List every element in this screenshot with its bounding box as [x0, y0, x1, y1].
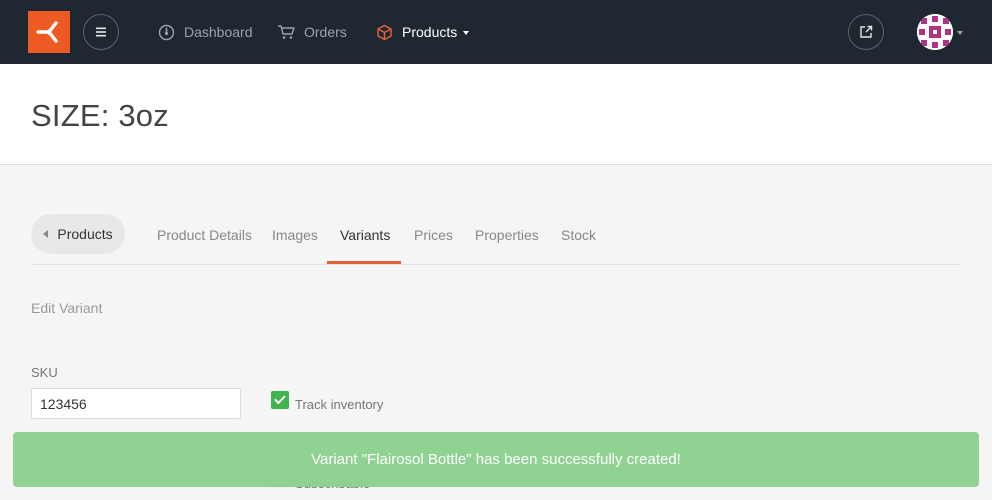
view-storefront-button[interactable] — [848, 14, 884, 50]
avatar — [917, 14, 953, 50]
hamburger-icon — [96, 27, 106, 37]
nav-dashboard-label: Dashboard — [184, 24, 253, 40]
back-to-products-button[interactable]: Products — [31, 214, 125, 254]
nav-products[interactable]: Products — [376, 0, 470, 64]
menu-toggle-button[interactable] — [83, 14, 119, 50]
top-navbar: Dashboard Orders Products — [0, 0, 992, 64]
chevron-down-icon — [957, 31, 963, 35]
nav-orders[interactable]: Orders — [277, 0, 347, 64]
toast-message: Variant "Flairosol Bottle" has been succ… — [311, 451, 681, 468]
product-tabs: Products Product Details Images Variants… — [31, 214, 961, 265]
logo-icon — [36, 21, 58, 43]
page-header: SIZE: 3oz — [0, 64, 992, 165]
tab-variants[interactable]: Variants — [340, 214, 390, 256]
caret-left-icon — [43, 230, 49, 238]
box-icon — [376, 24, 393, 41]
external-link-icon — [860, 25, 873, 38]
tab-properties[interactable]: Properties — [475, 214, 539, 256]
tab-stock[interactable]: Stock — [561, 214, 596, 256]
track-inventory-checkbox[interactable] — [271, 391, 289, 409]
cart-icon — [277, 24, 295, 40]
track-inventory-label[interactable]: Track inventory — [295, 397, 383, 412]
nav-products-label: Products — [402, 24, 458, 40]
nav-dashboard[interactable]: Dashboard — [158, 0, 253, 64]
user-menu[interactable] — [917, 14, 963, 50]
tab-product-details[interactable]: Product Details — [157, 214, 252, 256]
dashboard-icon — [158, 24, 175, 41]
chevron-down-icon — [463, 31, 470, 35]
sku-label: SKU — [31, 365, 58, 380]
page-title: SIZE: 3oz — [31, 98, 169, 133]
sku-input[interactable] — [31, 388, 241, 419]
nav-orders-label: Orders — [304, 24, 347, 40]
logo[interactable] — [28, 11, 70, 53]
success-toast[interactable]: Variant "Flairosol Bottle" has been succ… — [13, 432, 979, 487]
section-title: Edit Variant — [31, 300, 103, 316]
active-tab-indicator — [327, 261, 401, 264]
tab-images[interactable]: Images — [272, 214, 318, 256]
checkmark-icon — [274, 395, 286, 404]
back-to-products-label: Products — [57, 226, 113, 242]
tab-prices[interactable]: Prices — [414, 214, 453, 256]
